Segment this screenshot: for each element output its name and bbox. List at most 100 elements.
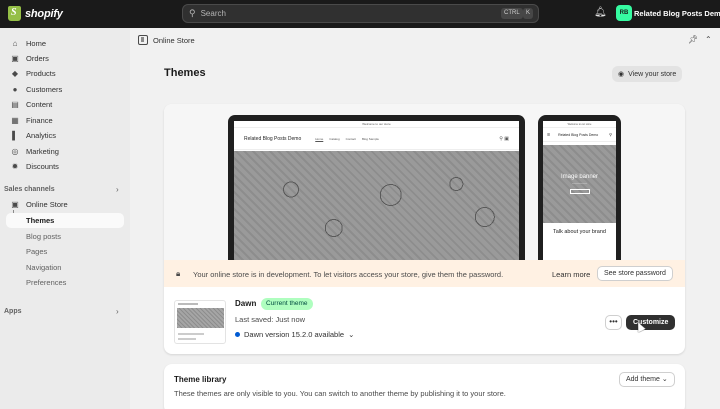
sidebar-item-navigation[interactable]: Navigation <box>6 260 124 275</box>
sidebar-item-label: Finance <box>26 116 53 125</box>
orders-icon: ▣ <box>11 54 19 63</box>
shortcut-ctrl: CTRL <box>501 8 523 19</box>
chevron-down-icon: ⌄ <box>661 376 668 383</box>
sidebar-item-pages[interactable]: Pages <box>6 244 124 259</box>
sidebar-item-finance[interactable]: ▦ Finance <box>6 113 124 128</box>
sidebar-item-label: Customers <box>26 85 63 94</box>
sidebar-item-themes[interactable]: Themes <box>6 213 124 228</box>
sidebar-item-blog-posts[interactable]: Blog posts <box>6 229 124 244</box>
pin-icon[interactable]: 📌︎ <box>688 35 698 44</box>
notification-bell-icon[interactable]: 🔔︎ <box>594 7 607 18</box>
see-store-password-button[interactable]: See store password <box>597 266 673 281</box>
customize-button[interactable]: Customize <box>626 315 676 330</box>
target-icon: ◎ <box>11 147 19 156</box>
chevron-right-icon[interactable]: › <box>116 185 119 194</box>
sidebar-item-analytics[interactable]: ▌ Analytics <box>6 128 124 143</box>
sidebar-item-label: Pages <box>26 247 48 256</box>
site-nav-item: Blog Sample <box>361 136 379 141</box>
add-theme-button[interactable]: Add theme ⌄ <box>619 372 675 387</box>
sidebar-item-label: Navigation <box>26 263 62 272</box>
brand-name: shopify <box>25 7 63 20</box>
current-theme-badge: Current theme <box>261 298 313 310</box>
person-icon: ● <box>12 85 18 94</box>
sidebar-item-preferences[interactable]: Preferences <box>6 275 124 290</box>
store-name[interactable]: Related Blog Posts Demo <box>634 9 720 18</box>
store-icon: ▣ <box>11 200 19 209</box>
bank-icon: ▦ <box>11 116 19 125</box>
collapse-icon[interactable]: ⌃ <box>705 35 712 44</box>
view-store-button[interactable]: ◉ View your store <box>612 66 683 82</box>
theme-name: Dawn <box>235 299 257 308</box>
sidebar-item-label: Orders <box>26 54 49 63</box>
sidebar-item-products[interactable]: ◆ Products <box>6 66 124 81</box>
lock-icon: 🔒︎ <box>176 269 181 278</box>
image-banner: Image banner —————— <box>543 145 616 223</box>
theme-library-description: These themes are only visible to you. Yo… <box>174 389 506 398</box>
desktop-preview: Welcome to our store Related Blog Posts … <box>228 115 525 261</box>
sidebar-item-label: Discounts <box>26 162 59 171</box>
sidebar-item-discounts[interactable]: ✹ Discounts <box>6 159 124 174</box>
view-store-label: View your store <box>628 70 677 78</box>
version-available[interactable]: Dawn version 15.2.0 available ⌄ <box>235 330 354 339</box>
sidebar: ⌂ Home ▣ Orders ◆ Products ● Customers ▤… <box>0 28 130 409</box>
search-input[interactable]: ⚲ Search CTRL K <box>182 4 539 23</box>
mobile-preview: Welcome to our store ☰ Related Blog Post… <box>538 115 621 261</box>
shopify-logo[interactable]: shopify <box>8 6 63 21</box>
site-nav: Home Catalog Contact Blog Sample <box>315 137 379 141</box>
info-dot-icon <box>235 332 240 337</box>
sidebar-item-online-store[interactable]: ▣ Online Store <box>6 197 124 212</box>
current-theme-row: Dawn Current theme Last saved: Just now … <box>164 287 685 354</box>
sidebar-item-content[interactable]: ▤ Content <box>6 97 124 112</box>
content-icon: ▤ <box>11 100 19 109</box>
site-nav-item: Home <box>315 136 324 141</box>
current-theme-card: Welcome to our store Related Blog Posts … <box>164 104 685 354</box>
sidebar-item-label: Home <box>26 39 47 48</box>
home-icon: ⌂ <box>12 39 18 48</box>
store-avatar[interactable]: RB <box>616 5 632 21</box>
search-icon: ⚲ <box>189 8 196 18</box>
top-bar: shopify ⚲ Search CTRL K 🔔︎ RB Related Bl… <box>0 0 720 28</box>
more-actions-button[interactable]: ••• <box>605 315 622 330</box>
theme-library-card: Theme library These themes are only visi… <box>164 364 685 409</box>
theme-preview[interactable]: Welcome to our store Related Blog Posts … <box>164 104 685 261</box>
sidebar-item-label: Themes <box>26 216 55 225</box>
site-nav-item: Catalog <box>329 136 340 141</box>
sidebar-item-label: Preferences <box>26 278 67 287</box>
tag-icon: ◆ <box>11 69 19 78</box>
site-header: ☰ Related Blog Posts Demo ⚲ <box>543 128 616 142</box>
breadcrumb: Online Store <box>138 35 195 45</box>
shortcut-k: K <box>523 8 534 19</box>
chevron-right-icon[interactable]: › <box>116 307 119 316</box>
sidebar-item-label: Online Store <box>26 200 68 209</box>
sidebar-item-marketing[interactable]: ◎ Marketing <box>6 144 124 159</box>
sidebar-item-orders[interactable]: ▣ Orders <box>6 51 124 66</box>
sidebar-item-customers[interactable]: ● Customers <box>6 82 124 97</box>
sidebar-item-label: Products <box>26 69 56 78</box>
hero-image <box>234 151 519 261</box>
sidebar-item-label: Content <box>26 100 53 109</box>
chart-icon: ▌ <box>12 131 18 140</box>
theme-library-title: Theme library <box>174 375 227 384</box>
theme-thumbnail[interactable] <box>174 300 226 344</box>
search-cart-icons: ⚲ ▣ <box>499 135 509 142</box>
search-placeholder: Search <box>200 9 226 18</box>
breadcrumb-label[interactable]: Online Store <box>153 36 195 45</box>
announcement-bar: Welcome to our store <box>234 121 519 128</box>
shopify-bag-icon <box>8 6 21 21</box>
password-banner: 🔒︎ Your online store is in development. … <box>164 260 685 287</box>
sidebar-item-label: Analytics <box>26 131 57 140</box>
page-title: Themes <box>164 67 206 79</box>
site-header: Related Blog Posts Demo Home Catalog Con… <box>234 128 519 150</box>
site-nav-item: Contact <box>345 136 356 141</box>
online-store-icon <box>138 35 148 45</box>
apps-heading[interactable]: Apps <box>4 308 22 315</box>
sidebar-item-label: Blog posts <box>26 232 62 241</box>
menu-icon: ☰ <box>547 132 551 137</box>
learn-more-link[interactable]: Learn more <box>552 270 590 279</box>
version-text: Dawn version 15.2.0 available <box>244 330 345 339</box>
sales-channels-heading[interactable]: Sales channels <box>4 186 55 193</box>
announcement-bar: Welcome to our store <box>543 121 616 128</box>
eye-icon: ◉ <box>618 71 625 78</box>
sidebar-item-home[interactable]: ⌂ Home <box>6 36 124 51</box>
brand-text: Talk about your brand <box>553 229 606 235</box>
